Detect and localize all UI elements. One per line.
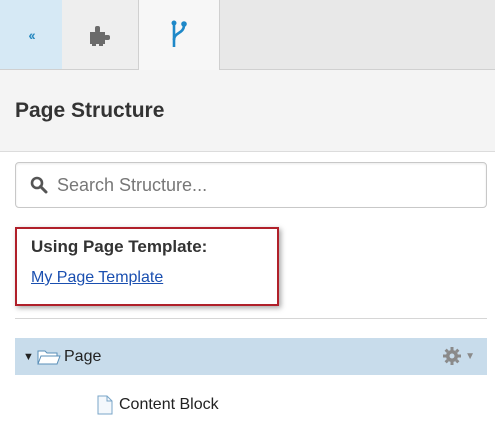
tree-label: Page (64, 347, 102, 365)
double-chevron-left-icon: ‹‹ (28, 26, 35, 43)
page-title: Page Structure (15, 98, 165, 122)
tree-item-content-block[interactable]: Content Block (15, 386, 487, 423)
chevron-down-icon: ▼ (465, 350, 475, 362)
search-input[interactable] (57, 174, 477, 196)
search-icon (30, 176, 48, 194)
tab-bar-filler (220, 0, 495, 69)
panel-header: Page Structure (0, 70, 495, 152)
page-template-link[interactable]: My Page Template (31, 269, 163, 287)
divider (15, 318, 487, 319)
document-icon (97, 395, 113, 414)
branch-icon (171, 20, 187, 47)
gear-icon (443, 347, 462, 365)
item-actions-menu[interactable]: ▼ (442, 346, 475, 366)
expand-toggle-icon[interactable]: ▼ (23, 351, 35, 363)
tree-label: Content Block (119, 395, 219, 413)
folder-icon (37, 350, 61, 364)
search-box (15, 162, 487, 208)
tab-collapse[interactable]: ‹‹ (0, 0, 62, 69)
puzzle-icon (90, 25, 110, 46)
tab-structure[interactable] (138, 0, 220, 70)
template-heading: Using Page Template: (31, 237, 208, 256)
panel-tab-bar: ‹‹ (0, 0, 495, 70)
page-template-callout: Using Page Template: My Page Template (15, 227, 279, 306)
tree-item-page[interactable]: ▼ Page ▼ (15, 338, 487, 375)
tab-components[interactable] (62, 0, 138, 69)
